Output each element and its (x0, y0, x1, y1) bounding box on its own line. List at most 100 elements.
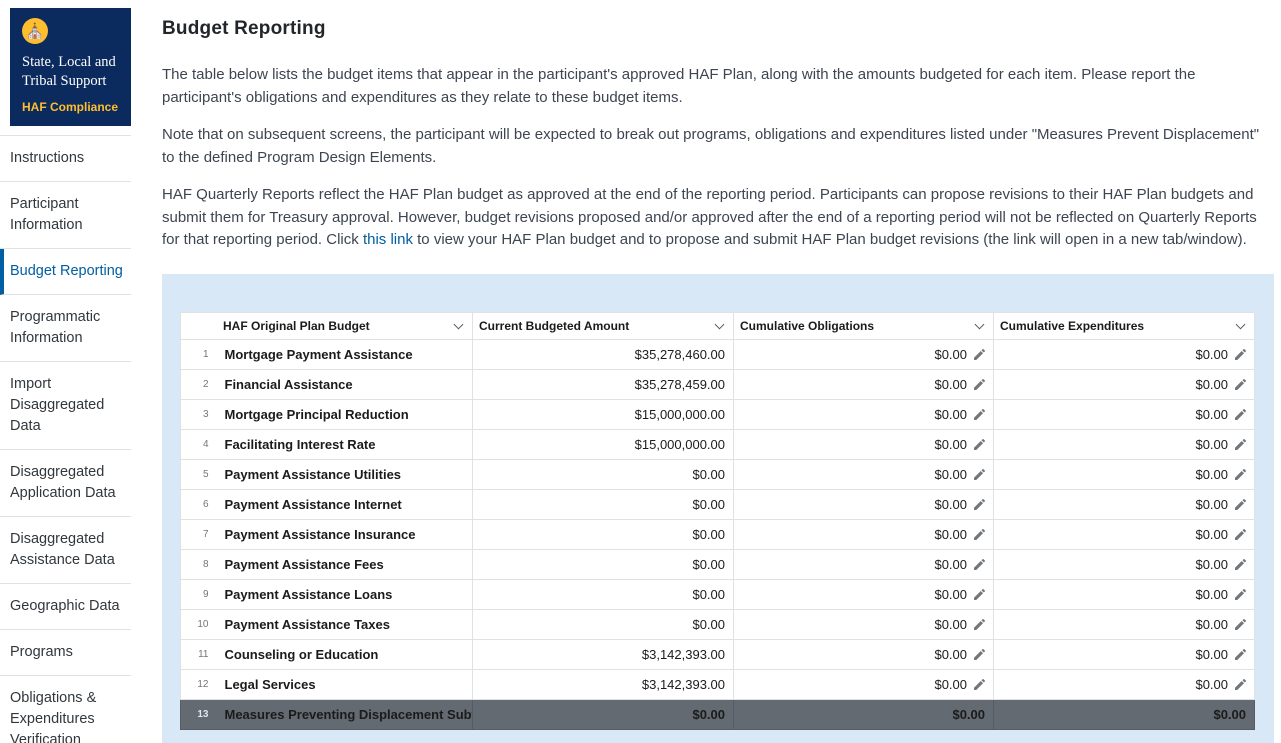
edit-icon[interactable] (1235, 679, 1246, 690)
cumulative-obligations-value: $0.00 (934, 407, 967, 422)
edit-icon[interactable] (974, 439, 985, 450)
cumulative-expenditures-value: $0.00 (1195, 437, 1228, 452)
edit-icon[interactable] (1235, 469, 1246, 480)
cumulative-expenditures-value: $0.00 (1195, 557, 1228, 572)
table-header-row: HAF Original Plan Budget Current Budgeted… (181, 312, 1255, 339)
edit-icon[interactable] (974, 349, 985, 360)
cumulative-obligations: $0.00 (734, 489, 994, 519)
sidebar-item-import-disaggregated-data[interactable]: Import Disaggregated Data (0, 362, 131, 450)
edit-icon[interactable] (974, 589, 985, 600)
cumulative-expenditures-value: $0.00 (1195, 407, 1228, 422)
row-number: 13 (181, 699, 219, 729)
edit-icon[interactable] (974, 469, 985, 480)
edit-icon[interactable] (1235, 379, 1246, 390)
edit-icon[interactable] (974, 559, 985, 570)
budget-item-name: Payment Assistance Utilities (219, 459, 473, 489)
edit-icon[interactable] (1235, 589, 1246, 600)
cumulative-expenditures: $0.00 (994, 489, 1255, 519)
cumulative-obligations-value: $0.00 (934, 557, 967, 572)
column-header-label: HAF Original Plan Budget (223, 319, 370, 333)
cumulative-obligations: $0.00 (734, 549, 994, 579)
cumulative-expenditures-value: $0.00 (1195, 677, 1228, 692)
column-header[interactable]: Cumulative Expenditures (994, 312, 1255, 339)
column-header[interactable]: Cumulative Obligations (734, 312, 994, 339)
sidebar-item-programs[interactable]: Programs (0, 630, 131, 676)
table-row: 3Mortgage Principal Reduction$15,000,000… (181, 399, 1255, 429)
cumulative-expenditures-value: $0.00 (1195, 467, 1228, 482)
table-row: 2Financial Assistance$35,278,459.00$0.00… (181, 369, 1255, 399)
chevron-down-icon[interactable] (975, 319, 985, 329)
cumulative-obligations: $0.00 (734, 609, 994, 639)
cumulative-expenditures-value: $0.00 (1195, 377, 1228, 392)
edit-icon[interactable] (974, 619, 985, 630)
edit-icon[interactable] (1235, 619, 1246, 630)
budget-item-name: Facilitating Interest Rate (219, 429, 473, 459)
sidebar-item-instructions[interactable]: Instructions (0, 136, 131, 182)
edit-icon[interactable] (1235, 559, 1246, 570)
row-number: 9 (181, 579, 219, 609)
edit-icon[interactable] (974, 409, 985, 420)
haf-plan-budget-link[interactable]: this link (363, 231, 413, 248)
edit-icon[interactable] (1235, 529, 1246, 540)
cumulative-expenditures-value: $0.00 (1195, 347, 1228, 362)
cumulative-expenditures: $0.00 (994, 519, 1255, 549)
column-header[interactable]: Current Budgeted Amount (473, 312, 734, 339)
current-budgeted-amount: $0.00 (473, 459, 734, 489)
sidebar-item-geographic-data[interactable]: Geographic Data (0, 584, 131, 630)
intro-paragraph-2: Note that on subsequent screens, the par… (162, 124, 1274, 169)
cumulative-expenditures-value: $0.00 (1195, 647, 1228, 662)
edit-icon[interactable] (1235, 409, 1246, 420)
edit-icon[interactable] (974, 529, 985, 540)
table-row: 10Payment Assistance Taxes$0.00$0.00$0.0… (181, 609, 1255, 639)
cumulative-obligations-value: $0.00 (934, 677, 967, 692)
edit-icon[interactable] (1235, 649, 1246, 660)
cumulative-obligations: $0.00 (734, 459, 994, 489)
cumulative-obligations: $0.00 (734, 429, 994, 459)
budget-item-name: Payment Assistance Internet (219, 489, 473, 519)
chevron-down-icon[interactable] (454, 319, 464, 329)
sidebar-item-disaggregated-application-data[interactable]: Disaggregated Application Data (0, 450, 131, 517)
chevron-down-icon[interactable] (715, 319, 725, 329)
edit-icon[interactable] (1235, 439, 1246, 450)
org-name: State, Local and Tribal Support (22, 53, 121, 91)
edit-icon[interactable] (974, 679, 985, 690)
table-row: 7Payment Assistance Insurance$0.00$0.00$… (181, 519, 1255, 549)
sidebar-item-participant-information[interactable]: Participant Information (0, 182, 131, 249)
cumulative-expenditures-value: $0.00 (1195, 617, 1228, 632)
app-logo: ⛪ State, Local and Tribal Support HAF Co… (10, 8, 131, 126)
budget-item-name: Counseling or Education (219, 639, 473, 669)
edit-icon[interactable] (974, 499, 985, 510)
cumulative-expenditures: $0.00 (994, 609, 1255, 639)
edit-icon[interactable] (974, 649, 985, 660)
row-number: 10 (181, 609, 219, 639)
edit-icon[interactable] (1235, 499, 1246, 510)
column-header[interactable]: HAF Original Plan Budget (181, 312, 473, 339)
cumulative-obligations-value: $0.00 (934, 617, 967, 632)
table-row: 4Facilitating Interest Rate$15,000,000.0… (181, 429, 1255, 459)
table-row: 1Mortgage Payment Assistance$35,278,460.… (181, 339, 1255, 369)
table-row: 5Payment Assistance Utilities$0.00$0.00$… (181, 459, 1255, 489)
intro-paragraph-3-text-after: to view your HAF Plan budget and to prop… (413, 231, 1247, 248)
intro-paragraph-1: The table below lists the budget items t… (162, 64, 1274, 109)
current-budgeted-amount: $3,142,393.00 (473, 639, 734, 669)
sidebar-item-obligations-expenditures-verification[interactable]: Obligations & Expenditures Verification (0, 676, 131, 743)
sidebar-item-programmatic-information[interactable]: Programmatic Information (0, 295, 131, 362)
sidebar-item-budget-reporting[interactable]: Budget Reporting (0, 249, 131, 295)
budget-item-name: Payment Assistance Loans (219, 579, 473, 609)
budget-item-name: Legal Services (219, 669, 473, 699)
budget-item-name: Mortgage Payment Assistance (219, 339, 473, 369)
budget-table: HAF Original Plan Budget Current Budgeted… (180, 312, 1255, 730)
page-title: Budget Reporting (162, 18, 1274, 40)
table-row: 8Payment Assistance Fees$0.00$0.00$0.00 (181, 549, 1255, 579)
cumulative-expenditures: $0.00 (994, 429, 1255, 459)
edit-icon[interactable] (1235, 349, 1246, 360)
cumulative-obligations: $0.00 (734, 699, 994, 729)
current-budgeted-amount: $0.00 (473, 609, 734, 639)
sidebar: ⛪ State, Local and Tribal Support HAF Co… (0, 0, 131, 743)
budget-item-name: Payment Assistance Fees (219, 549, 473, 579)
edit-icon[interactable] (974, 379, 985, 390)
chevron-down-icon[interactable] (1236, 319, 1246, 329)
cumulative-obligations-value: $0.00 (934, 377, 967, 392)
sidebar-item-disaggregated-assistance-data[interactable]: Disaggregated Assistance Data (0, 517, 131, 584)
row-number: 7 (181, 519, 219, 549)
